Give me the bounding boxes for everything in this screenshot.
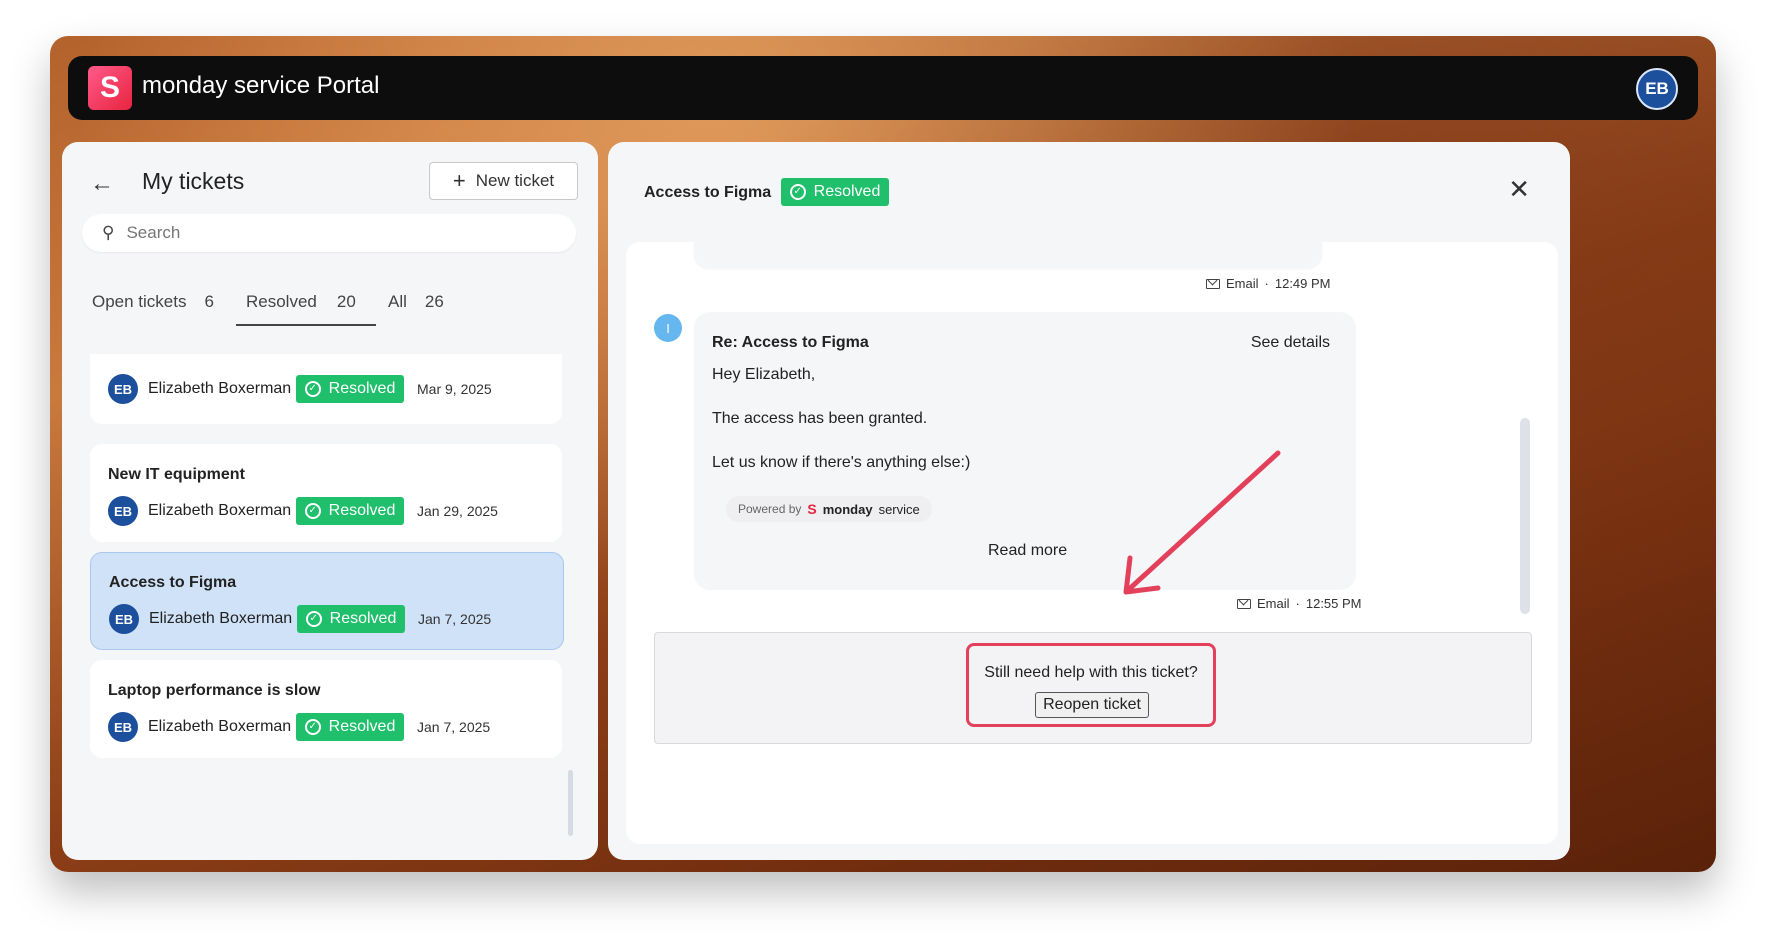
monday-logo-icon: S <box>807 501 817 517</box>
powered-by-text: Powered by <box>738 502 802 516</box>
powered-brand: monday <box>822 501 873 517</box>
message-card: Re: Access to Figma See details Hey Eliz… <box>694 312 1356 590</box>
tickets-panel: ← My tickets + New ticket ⚲ Open tickets… <box>62 142 598 860</box>
check-circle-icon: ✓ <box>304 719 321 735</box>
tab-open-tickets[interactable]: Open tickets 6 <box>92 292 214 312</box>
ticket-date: Mar 9, 2025 <box>417 381 492 397</box>
tab-count: 20 <box>336 292 356 311</box>
plus-icon: + <box>452 168 466 193</box>
tab-resolved[interactable]: Resolved 20 <box>236 292 376 326</box>
detail-status-badge: ✓ Resolved <box>781 178 889 206</box>
ticket-row: EB Elizabeth Boxerman ✓ Resolved Jan 7, … <box>108 712 490 742</box>
check-circle-icon: ✓ <box>304 381 321 397</box>
mail-icon <box>1237 598 1251 609</box>
author-name: Elizabeth Boxerman <box>148 718 292 735</box>
message-line: Let us know if there's anything else:) <box>712 454 971 471</box>
author-avatar: EB <box>108 712 138 742</box>
user-avatar[interactable]: EB <box>1636 68 1678 110</box>
new-ticket-label: New ticket <box>475 171 555 190</box>
status-label: Resolved <box>328 502 396 519</box>
status-label: Resolved <box>328 380 396 397</box>
ticket-title: Laptop performance is slow <box>108 682 321 699</box>
message-meta: Email · 12:55 PM <box>1237 596 1362 611</box>
new-ticket-button[interactable]: + New ticket <box>429 162 578 200</box>
conversation-area: Email · 12:49 PM I Re: Access to Figma S… <box>626 242 1558 844</box>
tab-count: 6 <box>204 292 214 311</box>
meta-separator: · <box>1295 596 1300 611</box>
powered-by-badge: Powered by S monday service <box>726 496 932 522</box>
check-circle-icon: ✓ <box>304 503 321 519</box>
highlight-box: Still need help with this ticket? Reopen… <box>966 643 1216 727</box>
read-more-link[interactable]: Read more <box>988 542 1067 560</box>
tab-label: Open tickets <box>92 292 187 311</box>
check-circle-icon: ✓ <box>789 184 806 200</box>
portal-window: S monday service Portal EB ← My tickets … <box>50 36 1716 872</box>
message-line: Hey Elizabeth, <box>712 366 816 383</box>
ticket-card-selected[interactable]: Access to Figma EB Elizabeth Boxerman ✓ … <box>90 552 564 650</box>
ticket-title: Access to Figma <box>109 574 237 591</box>
meta-time: 12:55 PM <box>1305 596 1362 611</box>
author-name: Elizabeth Boxerman <box>148 380 292 397</box>
search-input[interactable] <box>124 222 509 244</box>
status-label: Resolved <box>329 610 397 627</box>
detail-title: Access to Figma <box>644 184 772 201</box>
reopen-ticket-button[interactable]: Reopen ticket <box>1035 692 1149 718</box>
ticket-detail-panel: Access to Figma ✓ Resolved ✕ Email · 12:… <box>608 142 1570 860</box>
ticket-date: Jan 29, 2025 <box>417 503 498 519</box>
ticket-list-scrollbar[interactable] <box>568 770 573 836</box>
message-line: The access has been granted. <box>712 410 928 427</box>
reopen-section: Still need help with this ticket? Reopen… <box>654 632 1532 744</box>
ticket-date: Jan 7, 2025 <box>417 719 491 735</box>
previous-message-meta: Email · 12:49 PM <box>1206 276 1331 291</box>
ticket-card[interactable]: New IT equipment EB Elizabeth Boxerman ✓… <box>90 444 562 542</box>
previous-message-card <box>694 242 1322 268</box>
ticket-title: New IT equipment <box>108 466 245 483</box>
meta-separator: · <box>1264 276 1269 291</box>
author-name: Elizabeth Boxerman <box>148 502 292 519</box>
powered-service: service <box>878 501 920 517</box>
app-title: monday service Portal <box>142 72 380 99</box>
meta-channel: Email <box>1257 596 1290 611</box>
status-badge: ✓ Resolved <box>296 375 404 403</box>
ticket-card[interactable]: EB Elizabeth Boxerman ✓ Resolved Mar 9, … <box>90 354 562 424</box>
check-circle-icon: ✓ <box>305 611 322 627</box>
status-label: Resolved <box>813 183 881 200</box>
app-logo[interactable]: S <box>88 66 132 110</box>
panel-title: My tickets <box>142 168 245 194</box>
author-name: Elizabeth Boxerman <box>149 610 293 627</box>
ticket-row: EB Elizabeth Boxerman ✓ Resolved Jan 29,… <box>108 496 498 526</box>
search-icon: ⚲ <box>102 223 115 242</box>
ticket-date: Jan 7, 2025 <box>418 611 492 627</box>
meta-time: 12:49 PM <box>1274 276 1331 291</box>
tab-count: 26 <box>424 292 444 311</box>
reopen-prompt: Still need help with this ticket? <box>984 664 1198 681</box>
mail-icon <box>1206 278 1220 289</box>
ticket-row: EB Elizabeth Boxerman ✓ Resolved Jan 7, … <box>109 604 491 634</box>
status-label: Resolved <box>328 718 396 735</box>
ticket-card[interactable]: Laptop performance is slow EB Elizabeth … <box>90 660 562 758</box>
top-bar: S monday service Portal EB <box>68 56 1698 120</box>
ticket-row: EB Elizabeth Boxerman ✓ Resolved Mar 9, … <box>108 374 492 404</box>
author-avatar: EB <box>108 374 138 404</box>
tab-all[interactable]: All 26 <box>388 292 444 312</box>
status-badge: ✓ Resolved <box>297 605 405 633</box>
status-badge: ✓ Resolved <box>296 497 404 525</box>
back-arrow-icon[interactable]: ← <box>90 170 114 198</box>
see-details-link[interactable]: See details <box>1251 334 1330 352</box>
author-avatar: EB <box>108 496 138 526</box>
tab-label: Resolved <box>246 292 317 311</box>
status-badge: ✓ Resolved <box>296 713 404 741</box>
tab-label: All <box>388 292 407 311</box>
close-icon[interactable]: ✕ <box>1508 174 1530 205</box>
meta-channel: Email <box>1226 276 1259 291</box>
search-bar[interactable]: ⚲ <box>82 214 576 252</box>
message-subject: Re: Access to Figma <box>712 334 869 351</box>
author-avatar: EB <box>109 604 139 634</box>
sender-avatar: I <box>654 314 682 342</box>
conversation-scrollbar[interactable] <box>1520 418 1530 614</box>
